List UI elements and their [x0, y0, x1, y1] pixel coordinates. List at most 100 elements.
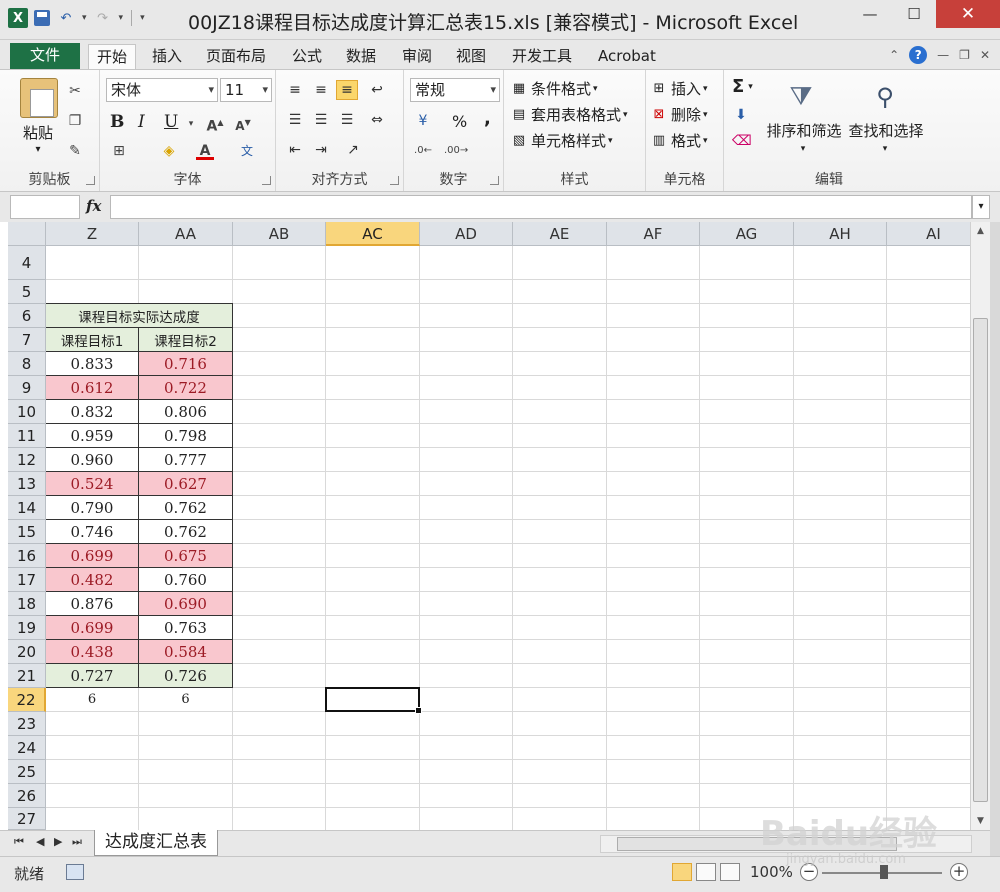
table-value-cell[interactable]: 0.876	[46, 591, 139, 616]
row-header-13[interactable]: 13	[8, 472, 46, 496]
table-value-cell[interactable]: 0.584	[138, 639, 233, 664]
minimize-icon[interactable]: —	[848, 0, 892, 28]
row-header-15[interactable]: 15	[8, 520, 46, 544]
zoom-slider-thumb[interactable]	[880, 865, 888, 879]
tab-developer[interactable]: 开发工具	[504, 44, 580, 70]
average-cell[interactable]: 0.727	[46, 663, 139, 688]
align-bottom-icon[interactable]: ≡	[336, 80, 358, 100]
table-value-cell[interactable]: 0.798	[138, 423, 233, 448]
column-header-ae[interactable]: AE	[513, 222, 607, 246]
conditional-format-button[interactable]: ▦ 条件格式 ▾	[510, 78, 598, 99]
column-header-af[interactable]: AF	[607, 222, 700, 246]
cut-icon[interactable]: ✂	[66, 82, 84, 100]
format-painter-icon[interactable]: ✎	[66, 142, 84, 160]
font-size-combo[interactable]: 11	[220, 78, 272, 102]
row-header-5[interactable]: 5	[8, 280, 46, 304]
horizontal-scrollbar[interactable]	[600, 835, 972, 853]
close-icon[interactable]: ✕	[936, 0, 1000, 28]
count-cell[interactable]: 6	[138, 687, 233, 712]
font-launcher-icon[interactable]	[262, 176, 271, 185]
percent-button[interactable]: %	[452, 112, 467, 131]
row-header-18[interactable]: 18	[8, 592, 46, 616]
sort-filter-icon[interactable]: ⧩	[786, 80, 816, 114]
row-header-19[interactable]: 19	[8, 616, 46, 640]
row-header-20[interactable]: 20	[8, 640, 46, 664]
sheet-tab-summary[interactable]: 达成度汇总表	[94, 830, 218, 856]
tab-acrobat[interactable]: Acrobat	[590, 44, 664, 70]
doc-restore-icon[interactable]: ❐	[959, 48, 970, 62]
formula-input[interactable]	[110, 195, 972, 219]
underline-dropdown-icon[interactable]: ▾	[182, 115, 200, 133]
decrease-decimal-icon[interactable]: .00→	[444, 142, 468, 160]
page-break-view-icon[interactable]	[720, 863, 740, 881]
table-value-cell[interactable]: 0.790	[46, 495, 139, 520]
tab-view[interactable]: 视图	[448, 44, 494, 70]
delete-cells-button[interactable]: ⊠ 删除 ▾	[650, 104, 708, 125]
undo-icon[interactable]: ↶	[56, 8, 76, 28]
collapse-ribbon-icon[interactable]: ⌃	[889, 48, 899, 62]
merge-center-icon[interactable]: ⇔	[366, 110, 388, 130]
table-value-cell[interactable]: 0.832	[46, 399, 139, 424]
table-value-cell[interactable]: 0.612	[46, 375, 139, 400]
table-value-cell[interactable]: 0.722	[138, 375, 233, 400]
bold-button[interactable]: B	[110, 112, 124, 132]
table-value-cell[interactable]: 0.627	[138, 471, 233, 496]
row-header-8[interactable]: 8	[8, 352, 46, 376]
column-header-ah[interactable]: AH	[794, 222, 887, 246]
row-header-4[interactable]: 4	[8, 246, 46, 280]
row-header-14[interactable]: 14	[8, 496, 46, 520]
cell-styles-button[interactable]: ▧ 单元格样式 ▾	[510, 130, 613, 151]
table-value-cell[interactable]: 0.716	[138, 351, 233, 376]
table-value-cell[interactable]: 0.777	[138, 447, 233, 472]
fill-color-icon[interactable]: ◈	[160, 142, 178, 160]
next-sheet-icon[interactable]: ▶	[54, 835, 62, 848]
row-header-27[interactable]: 27	[8, 808, 46, 830]
font-color-icon[interactable]: A	[196, 142, 214, 160]
sort-filter-button[interactable]: 排序和筛选	[764, 120, 844, 141]
table-value-cell[interactable]: 0.806	[138, 399, 233, 424]
row-header-11[interactable]: 11	[8, 424, 46, 448]
table-value-cell[interactable]: 0.959	[46, 423, 139, 448]
copy-icon[interactable]: ❐	[66, 112, 84, 130]
row-header-7[interactable]: 7	[8, 328, 46, 352]
sort-filter-dropdown-icon[interactable]: ▾	[796, 144, 810, 154]
doc-close-icon[interactable]: ✕	[980, 48, 990, 62]
tab-formulas[interactable]: 公式	[284, 44, 330, 70]
count-cell[interactable]: 6	[46, 687, 139, 712]
column-header-ac[interactable]: AC	[326, 222, 420, 246]
table-value-cell[interactable]: 0.763	[138, 615, 233, 640]
format-cells-button[interactable]: ▥ 格式 ▾	[650, 130, 708, 151]
table-value-cell[interactable]: 0.438	[46, 639, 139, 664]
scroll-down-icon[interactable]: ▼	[971, 812, 990, 830]
font-name-combo[interactable]: 宋体	[106, 78, 218, 102]
comma-button[interactable]: ,	[484, 108, 491, 129]
align-middle-icon[interactable]: ≡	[310, 80, 332, 100]
underline-button[interactable]: U	[164, 112, 178, 132]
table-value-cell[interactable]: 0.690	[138, 591, 233, 616]
scroll-up-icon[interactable]: ▲	[971, 222, 990, 240]
zoom-level[interactable]: 100%	[750, 863, 793, 881]
paste-dropdown-icon[interactable]: ▾	[28, 144, 48, 155]
table-value-cell[interactable]: 0.524	[46, 471, 139, 496]
table-value-cell[interactable]: 0.762	[138, 495, 233, 520]
table-value-cell[interactable]: 0.833	[46, 351, 139, 376]
average-cell[interactable]: 0.726	[138, 663, 233, 688]
vertical-scroll-thumb[interactable]	[973, 318, 988, 802]
find-binoculars-icon[interactable]: ⚲	[868, 80, 902, 114]
help-icon[interactable]: ?	[909, 46, 928, 64]
decrease-indent-icon[interactable]: ⇤	[284, 140, 306, 160]
table-value-cell[interactable]: 0.675	[138, 543, 233, 568]
format-as-table-button[interactable]: ▤ 套用表格格式 ▾	[510, 104, 628, 125]
row-header-17[interactable]: 17	[8, 568, 46, 592]
table-value-cell[interactable]: 0.699	[46, 543, 139, 568]
tab-review[interactable]: 审阅	[394, 44, 440, 70]
tab-page-layout[interactable]: 页面布局	[198, 44, 274, 70]
table-header-cell[interactable]: 课程目标1	[46, 327, 139, 352]
wrap-text-icon[interactable]: ↩	[366, 80, 388, 100]
column-header-z[interactable]: Z	[46, 222, 139, 246]
border-icon[interactable]: ⊞	[110, 142, 128, 160]
row-header-12[interactable]: 12	[8, 448, 46, 472]
row-header-26[interactable]: 26	[8, 784, 46, 808]
row-header-23[interactable]: 23	[8, 712, 46, 736]
doc-minimize-icon[interactable]: —	[937, 48, 949, 62]
